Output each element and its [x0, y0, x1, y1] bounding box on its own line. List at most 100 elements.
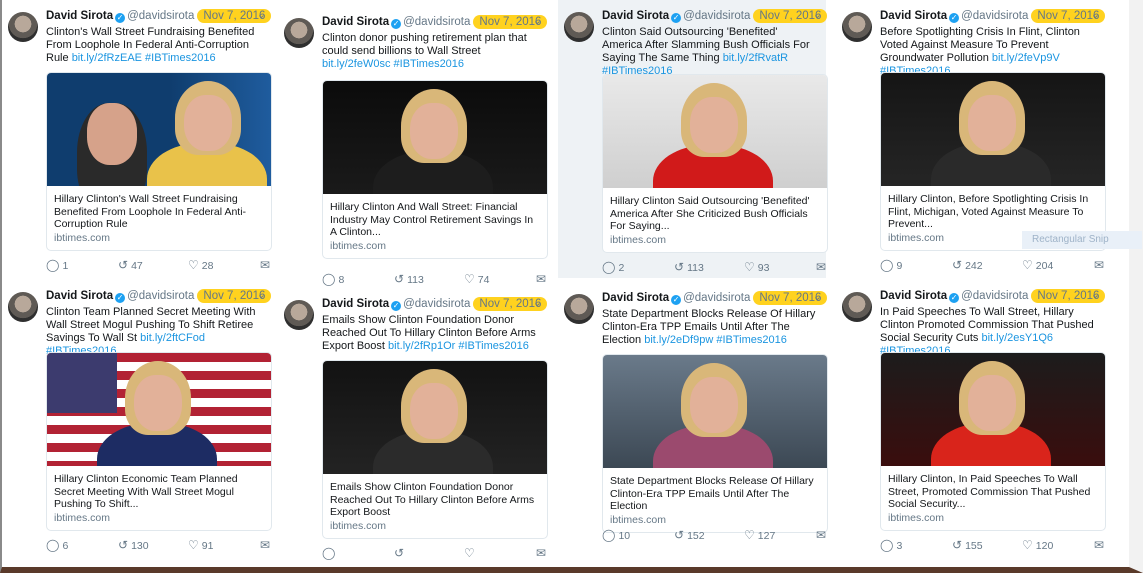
tweet-link[interactable]: bit.ly/2fRp1Or #IBTimes2016	[388, 340, 529, 352]
retweet-button[interactable]: ↺ 113	[394, 272, 424, 286]
card-title[interactable]: Hillary Clinton, In Paid Speeches To Wal…	[881, 466, 1105, 511]
reply-button[interactable]: ◯ 9	[880, 258, 902, 272]
card-title[interactable]: Hillary Clinton And Wall Street: Financi…	[323, 194, 547, 239]
link-card[interactable]: Hillary Clinton Economic Team Planned Se…	[46, 352, 272, 531]
link-card[interactable]: Hillary Clinton's Wall Street Fundraisin…	[46, 72, 272, 251]
link-card[interactable]: Hillary Clinton Said Outsourcing 'Benefi…	[602, 74, 828, 253]
author-name[interactable]: David Sirota	[46, 10, 113, 22]
like-button[interactable]: ♡ 120	[1022, 538, 1053, 552]
dm-button[interactable]: ✉	[260, 538, 273, 552]
author-handle[interactable]: @davidsirota	[127, 290, 194, 302]
tweet-link[interactable]: bit.ly/2feW0sc #IBTimes2016	[322, 58, 464, 70]
author-name[interactable]: David Sirota	[322, 16, 389, 28]
like-button[interactable]: ♡ 91	[188, 538, 213, 552]
author-handle[interactable]: @davidsirota	[403, 298, 470, 310]
author-name[interactable]: David Sirota	[322, 298, 389, 310]
like-button[interactable]: ♡	[464, 546, 478, 560]
avatar[interactable]	[564, 294, 594, 324]
tweet-2[interactable]: David Sirota ✓ @davidsirota Nov 7, 2016 ⌄ Cli…	[278, 6, 549, 290]
reply-button[interactable]: ◯ 3	[880, 538, 902, 552]
dm-button[interactable]: ✉	[816, 260, 829, 274]
like-button[interactable]: ♡ 74	[464, 272, 489, 286]
author-handle[interactable]: @davidsirota	[961, 10, 1028, 22]
retweet-button[interactable]: ↺ 152	[674, 528, 705, 542]
card-title[interactable]: Hillary Clinton's Wall Street Fundraisin…	[47, 186, 271, 231]
tweet-5[interactable]: David Sirota ✓ @davidsirota Nov 7, 2016 ⌄ Cli…	[2, 280, 273, 556]
avatar[interactable]	[8, 292, 38, 322]
retweet-button[interactable]: ↺ 242	[952, 258, 983, 272]
tweet-link[interactable]: bit.ly/2eDf9pw #IBTimes2016	[644, 334, 787, 346]
verified-badge-icon: ✓	[115, 13, 126, 23]
heart-icon: ♡	[744, 528, 755, 542]
tweet-header: David Sirota ✓ @davidsirota Nov 7, 2016	[880, 289, 1106, 303]
tweet-1[interactable]: David Sirota ✓ @davidsirota Nov 7, 2016 ⌄ Cli…	[2, 0, 273, 276]
dm-button[interactable]: ✉	[1094, 538, 1107, 552]
link-card[interactable]: Hillary Clinton, Before Spotlighting Cri…	[880, 72, 1106, 251]
author-handle[interactable]: @davidsirota	[961, 290, 1028, 302]
card-image	[323, 81, 547, 194]
dm-button[interactable]: ✉	[1094, 258, 1107, 272]
author-handle[interactable]: @davidsirota	[683, 292, 750, 304]
card-title[interactable]: State Department Blocks Release Of Hilla…	[603, 468, 827, 513]
dm-button[interactable]: ✉	[260, 258, 273, 272]
like-button[interactable]: ♡ 28	[188, 258, 213, 272]
like-button[interactable]: ♡ 204	[1022, 258, 1053, 272]
card-title[interactable]: Hillary Clinton, Before Spotlighting Cri…	[881, 186, 1105, 231]
card-title[interactable]: Hillary Clinton Said Outsourcing 'Benefi…	[603, 188, 827, 233]
retweet-button[interactable]: ↺ 155	[952, 538, 983, 552]
chevron-down-icon[interactable]: ⌄	[533, 296, 542, 309]
dm-button[interactable]: ✉	[816, 528, 829, 542]
like-button[interactable]: ♡ 127	[744, 528, 775, 542]
avatar[interactable]	[284, 18, 314, 48]
dm-button[interactable]: ✉	[536, 546, 549, 560]
chevron-down-icon[interactable]: ⌄	[533, 14, 542, 27]
retweet-button[interactable]: ↺ 113	[674, 260, 704, 274]
card-title[interactable]: Hillary Clinton Economic Team Planned Se…	[47, 466, 271, 511]
chevron-down-icon[interactable]: ⌄	[813, 8, 822, 21]
author-handle[interactable]: @davidsirota	[403, 16, 470, 28]
reply-button[interactable]: ◯ 1	[46, 258, 68, 272]
envelope-icon: ✉	[816, 528, 827, 542]
tweet-link[interactable]: bit.ly/2fRzEAE #IBTimes2016	[72, 52, 216, 64]
tweet-header: David Sirota ✓ @davidsirota Nov 7, 2016	[46, 289, 272, 303]
avatar[interactable]	[842, 12, 872, 42]
avatar[interactable]	[564, 12, 594, 42]
card-domain: ibtimes.com	[610, 513, 667, 526]
tweet-8[interactable]: David Sirota ✓ @davidsirota Nov 7, 2016 ⌄ In …	[836, 280, 1107, 556]
retweet-button[interactable]: ↺ 47	[118, 258, 143, 272]
link-card[interactable]: State Department Blocks Release Of Hilla…	[602, 354, 828, 533]
link-card[interactable]: Emails Show Clinton Foundation Donor Rea…	[322, 360, 548, 539]
reply-button[interactable]: ◯ 6	[46, 538, 68, 552]
tweet-text: Before Spotlighting Crisis In Flint, Cli…	[880, 26, 1080, 77]
like-button[interactable]: ♡ 93	[744, 260, 769, 274]
author-name[interactable]: David Sirota	[880, 290, 947, 302]
reply-button[interactable]: ◯	[322, 546, 338, 560]
author-name[interactable]: David Sirota	[602, 292, 669, 304]
chevron-down-icon[interactable]: ⌄	[813, 290, 822, 303]
author-name[interactable]: David Sirota	[602, 10, 669, 22]
card-title[interactable]: Emails Show Clinton Foundation Donor Rea…	[323, 474, 547, 519]
reply-button[interactable]: ◯ 10	[602, 528, 630, 542]
reply-button[interactable]: ◯ 8	[322, 272, 344, 286]
author-name[interactable]: David Sirota	[880, 10, 947, 22]
link-card[interactable]: Hillary Clinton And Wall Street: Financi…	[322, 80, 548, 259]
author-name[interactable]: David Sirota	[46, 290, 113, 302]
link-card[interactable]: Hillary Clinton, In Paid Speeches To Wal…	[880, 352, 1106, 531]
chevron-down-icon[interactable]: ⌄	[257, 288, 266, 301]
chevron-down-icon[interactable]: ⌄	[257, 8, 266, 21]
tweet-7[interactable]: David Sirota ✓ @davidsirota Nov 7, 2016 ⌄ Sta…	[558, 282, 829, 546]
retweet-button[interactable]: ↺ 130	[118, 538, 149, 552]
retweet-button[interactable]: ↺	[394, 546, 407, 560]
author-handle[interactable]: @davidsirota	[683, 10, 750, 22]
chevron-down-icon[interactable]: ⌄	[1091, 288, 1100, 301]
reply-button[interactable]: ◯ 2	[602, 260, 624, 274]
avatar[interactable]	[842, 292, 872, 322]
author-handle[interactable]: @davidsirota	[127, 10, 194, 22]
card-image	[47, 73, 271, 186]
tweet-3[interactable]: David Sirota ✓ @davidsirota Nov 7, 2016 ⌄ Cli…	[558, 0, 829, 278]
chevron-down-icon[interactable]: ⌄	[1091, 8, 1100, 21]
avatar[interactable]	[284, 300, 314, 330]
avatar[interactable]	[8, 12, 38, 42]
dm-button[interactable]: ✉	[536, 272, 549, 286]
tweet-6[interactable]: David Sirota ✓ @davidsirota Nov 7, 2016 ⌄ Ema…	[278, 288, 549, 564]
